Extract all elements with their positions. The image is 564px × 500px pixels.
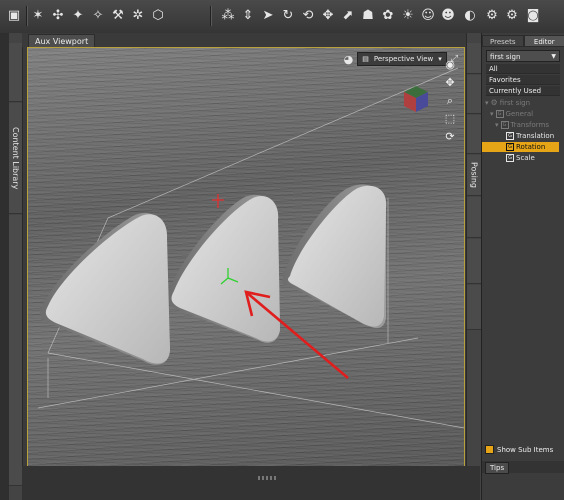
show-sub-items-label: Show Sub Items: [497, 445, 554, 454]
right-tab-d[interactable]: [467, 197, 481, 238]
figure-tool-icon[interactable]: ☗: [360, 8, 376, 24]
right-tab-b[interactable]: [467, 75, 481, 114]
figure-icon: ⚙: [490, 98, 498, 107]
group-icon: G: [500, 121, 509, 129]
universal-tool-icon[interactable]: ✶: [30, 8, 46, 24]
camera-icon: ▤: [362, 55, 369, 63]
joint-editor-icon[interactable]: ✣: [50, 8, 66, 24]
scene-tool-icon[interactable]: ▣: [6, 8, 22, 24]
left-tab-smart[interactable]: [9, 43, 22, 102]
tree-node-general[interactable]: ▾ G General: [490, 109, 533, 119]
left-tab-content-library[interactable]: Content Library: [9, 103, 22, 214]
rotate-tool-icon[interactable]: ↻: [280, 8, 296, 24]
viewport-controls: ◕ ▤ Perspective View ▾ ⤢: [344, 52, 458, 66]
geometry-tool-icon[interactable]: ✦: [70, 8, 86, 24]
render-settings-icon[interactable]: ✿: [380, 8, 396, 24]
expand-arrow-icon: ▾: [490, 110, 494, 118]
view-selector[interactable]: ▤ Perspective View ▾: [357, 52, 447, 66]
triangle-sign-3[interactable]: [281, 184, 387, 329]
main-toolbar: ▣ ✶ ✣ ✦ ✧ ⚒ ✲ ⬡ ⁂ ⇕ ➤ ↻ ⟲ ✥ ⬈ ☗ ✿ ☀ ☺ ☻ …: [0, 0, 564, 34]
wrench-icon[interactable]: ⚙: [504, 8, 520, 24]
tips-bar: Tips: [482, 461, 564, 474]
right-tab-c[interactable]: [467, 115, 481, 154]
viewport-bottom-bar: [22, 466, 480, 500]
triangle-sign-2[interactable]: [166, 194, 280, 343]
sphere-shading-icon[interactable]: ◕: [344, 53, 354, 66]
iray-icon[interactable]: ☀: [400, 8, 416, 24]
viewport-nav-icons: ◉ ✥ ⌕ ⬚ ⟳: [443, 58, 459, 148]
pointer-icon[interactable]: ➤: [260, 8, 276, 24]
right-tab-posing[interactable]: Posing: [467, 155, 481, 196]
expand-arrow-icon: ▾: [495, 121, 499, 129]
surface-tool-icon[interactable]: ✧: [90, 8, 106, 24]
tree-node-translation[interactable]: G Translation: [506, 131, 554, 141]
toolbar-divider: [210, 6, 211, 26]
active-pose-icon[interactable]: ⇕: [240, 8, 256, 24]
camera-render-icon[interactable]: ◙: [525, 8, 541, 24]
group-icon: G: [495, 110, 504, 118]
figure-setup-icon[interactable]: ☺: [420, 8, 436, 24]
panel-tabs: Presets Editor: [482, 35, 564, 47]
tab-editor[interactable]: Editor: [523, 35, 564, 47]
translate-tool-icon[interactable]: ✥: [320, 8, 336, 24]
tree-label: Scale: [516, 154, 535, 162]
view-mode-label: Perspective View: [373, 55, 434, 63]
node-selection-icon[interactable]: ⁂: [220, 8, 236, 24]
region-nav-icon[interactable]: ✲: [130, 8, 146, 24]
tab-presets[interactable]: Presets: [482, 35, 524, 47]
property-icon: G: [506, 132, 514, 140]
settings-gear-icon[interactable]: ⚙: [484, 8, 500, 24]
twist-tool-icon[interactable]: ⟲: [300, 8, 316, 24]
frame-icon[interactable]: ⬚: [443, 112, 457, 126]
tree-label: first sign: [499, 99, 531, 107]
right-tab-a[interactable]: [467, 43, 481, 74]
head-icon[interactable]: ☻: [440, 8, 456, 24]
chevron-down-icon: ▾: [438, 55, 442, 63]
tree-node-transforms[interactable]: ▾ G Transforms: [495, 120, 549, 130]
toolbar-divider: [26, 6, 27, 26]
tree-label: Rotation: [516, 143, 546, 151]
resize-grip-icon[interactable]: [258, 476, 276, 480]
filter-currently-used[interactable]: Currently Used: [486, 86, 560, 96]
node-selector[interactable]: first sign ▼: [486, 50, 560, 62]
property-icon: G: [506, 154, 514, 162]
viewport-tab-bar: Aux Viewport: [22, 33, 480, 48]
tree-label: Transforms: [510, 121, 549, 129]
pan-icon[interactable]: ✥: [443, 76, 457, 90]
right-tab-e[interactable]: [467, 239, 481, 284]
view-cube-icon[interactable]: [398, 82, 430, 114]
aux-viewport-canvas[interactable]: ◕ ▤ Perspective View ▾ ⤢: [27, 47, 465, 467]
right-tab-f[interactable]: [467, 285, 481, 330]
chevron-down-icon: ▼: [551, 53, 556, 60]
tree-label: Translation: [516, 132, 555, 140]
node-weight-icon[interactable]: ⚒: [110, 8, 126, 24]
property-icon: G: [506, 143, 514, 151]
scale-tool-icon[interactable]: ⬈: [340, 8, 356, 24]
left-tab-empty[interactable]: [9, 215, 22, 486]
polygon-tool-icon[interactable]: ⬡: [150, 8, 166, 24]
zoom-icon[interactable]: ⌕: [443, 94, 457, 108]
shading-icon[interactable]: ◐: [462, 8, 478, 24]
reset-view-icon[interactable]: ⟳: [443, 130, 457, 144]
node-selector-value: first sign: [490, 53, 521, 61]
right-dock-tabs: Posing: [466, 33, 481, 500]
orbit-icon[interactable]: ◉: [443, 58, 457, 72]
checkbox-checked-icon[interactable]: [485, 445, 494, 454]
filter-all[interactable]: All: [486, 64, 560, 74]
tree-node-first-sign[interactable]: ▾ ⚙ first sign: [485, 98, 530, 108]
triangle-sign-1[interactable]: [40, 212, 171, 365]
left-dock-strip: [0, 33, 9, 500]
tree-node-rotation[interactable]: G Rotation: [482, 142, 559, 152]
left-dock-tabs: Content Library: [9, 33, 23, 500]
expand-arrow-icon: ▾: [485, 99, 489, 107]
tree-node-scale[interactable]: G Scale: [506, 153, 535, 163]
show-sub-items-toggle[interactable]: Show Sub Items: [485, 445, 553, 454]
tree-label: General: [505, 110, 534, 118]
origin-marker: [212, 194, 224, 208]
tab-tips[interactable]: Tips: [485, 462, 510, 474]
parameters-panel: Presets Editor first sign ▼ All Favorite…: [481, 33, 564, 500]
tab-aux-viewport[interactable]: Aux Viewport: [28, 34, 96, 48]
filter-favorites[interactable]: Favorites: [486, 75, 560, 85]
